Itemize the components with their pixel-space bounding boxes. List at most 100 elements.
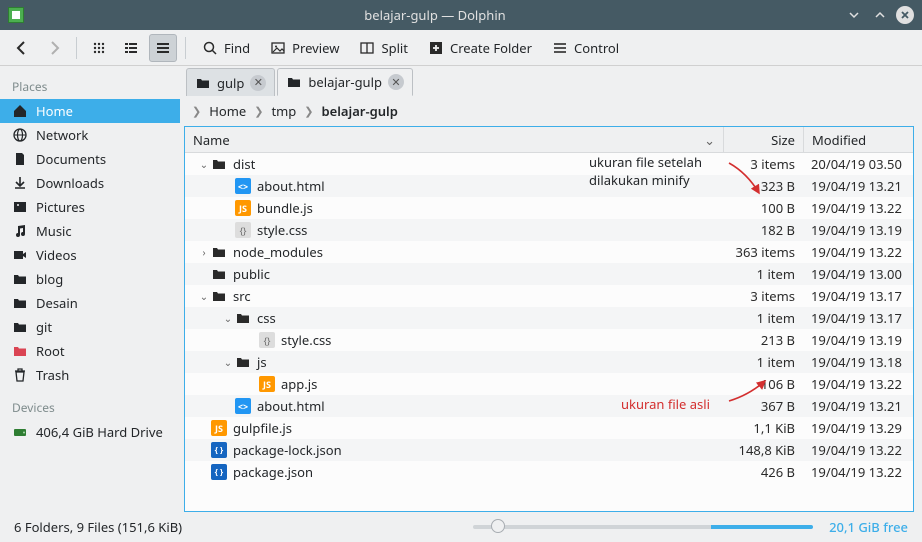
sidebar-item-downloads[interactable]: Downloads (0, 171, 180, 195)
maximize-button[interactable] (870, 5, 890, 25)
sidebar-item-desain[interactable]: Desain (0, 291, 180, 315)
column-name[interactable]: Name⌄ (185, 131, 723, 149)
sidebar-item-documents[interactable]: Documents (0, 147, 180, 171)
control-button[interactable]: Control (544, 34, 627, 62)
sidebar-item-label: Network (36, 126, 88, 144)
file-list[interactable]: ⌄dist3 items20/04/19 03.50<>about.html32… (185, 153, 913, 511)
file-name: css (257, 309, 276, 327)
column-headers: Name⌄ Size Modified (185, 127, 913, 153)
html-file-icon: <> (235, 178, 251, 194)
js-file-icon: JS (211, 420, 227, 436)
file-name: style.css (281, 331, 331, 349)
file-row[interactable]: <>about.html323 B19/04/19 13.21 (185, 175, 913, 197)
view-icons-button[interactable] (85, 34, 113, 62)
sidebar-item-blog[interactable]: blog (0, 267, 180, 291)
file-name: dist (233, 155, 255, 173)
file-modified: 19/04/19 13.19 (803, 331, 913, 349)
sidebar-item-git[interactable]: git (0, 315, 180, 339)
file-row[interactable]: JSapp.js106 B19/04/19 13.22 (185, 373, 913, 395)
file-name: bundle.js (257, 199, 313, 217)
expand-toggle[interactable]: ⌄ (197, 289, 211, 303)
column-modified[interactable]: Modified (803, 127, 913, 152)
file-row[interactable]: public1 item19/04/19 13.00 (185, 263, 913, 285)
file-row[interactable]: { }package.json426 B19/04/19 13.22 (185, 461, 913, 483)
tab-close-button[interactable]: ✕ (250, 75, 266, 91)
zoom-slider[interactable] (473, 525, 813, 529)
disk-free: 20,1 GiB free (829, 518, 908, 536)
json-file-icon: { } (211, 442, 227, 458)
file-row[interactable]: ⌄js1 item19/04/19 13.18 (185, 351, 913, 373)
view-details-button[interactable] (149, 34, 177, 62)
folder-icon (235, 310, 251, 326)
column-size[interactable]: Size (723, 127, 803, 152)
toolbar: Find Preview Split Create Folder Control (0, 30, 922, 66)
file-row[interactable]: ⌄dist3 items20/04/19 03.50 (185, 153, 913, 175)
sidebar-device[interactable]: 406,4 GiB Hard Drive (0, 420, 180, 444)
sidebar-item-home[interactable]: Home (0, 99, 180, 123)
sidebar-item-music[interactable]: Music (0, 219, 180, 243)
split-button[interactable]: Split (351, 34, 416, 62)
file-row[interactable]: ⌄src3 items19/04/19 13.17 (185, 285, 913, 307)
breadcrumb-item[interactable]: Home (209, 102, 246, 120)
find-button[interactable]: Find (194, 34, 258, 62)
file-modified: 19/04/19 13.22 (803, 375, 913, 393)
expand-toggle[interactable]: ⌄ (221, 355, 235, 369)
sidebar-item-trash[interactable]: Trash (0, 363, 180, 387)
minimize-button[interactable] (844, 5, 864, 25)
css-file-icon: {} (259, 332, 275, 348)
file-size: 323 B (723, 177, 803, 195)
plus-icon (428, 40, 444, 56)
expand-toggle[interactable]: › (197, 245, 211, 259)
folder-icon (211, 244, 227, 260)
folder-icon (12, 271, 28, 287)
sidebar-item-label: Videos (36, 246, 77, 264)
create-folder-button[interactable]: Create Folder (420, 34, 540, 62)
close-button[interactable] (896, 6, 914, 24)
sidebar-item-pictures[interactable]: Pictures (0, 195, 180, 219)
find-label: Find (224, 39, 250, 57)
js-file-icon: JS (259, 376, 275, 392)
expand-toggle[interactable]: ⌄ (197, 157, 211, 171)
file-row[interactable]: {}style.css182 B19/04/19 13.19 (185, 219, 913, 241)
view-compact-button[interactable] (117, 34, 145, 62)
file-row[interactable]: { }package-lock.json148,8 KiB19/04/19 13… (185, 439, 913, 461)
breadcrumb: ❯Home❯tmp❯belajar-gulp (180, 96, 922, 126)
file-size: 182 B (723, 221, 803, 239)
file-modified: 19/04/19 13.17 (803, 309, 913, 327)
separator (185, 37, 186, 59)
separator (76, 37, 77, 59)
file-row[interactable]: ⌄css1 item19/04/19 13.17 (185, 307, 913, 329)
file-modified: 19/04/19 13.17 (803, 287, 913, 305)
tab-close-button[interactable]: ✕ (388, 74, 404, 90)
forward-button[interactable] (40, 34, 68, 62)
sidebar-item-videos[interactable]: Videos (0, 243, 180, 267)
sidebar-item-root[interactable]: Root (0, 339, 180, 363)
breadcrumb-item[interactable]: tmp (271, 102, 296, 120)
sidebar-item-label: Root (36, 342, 65, 360)
file-row[interactable]: JSbundle.js100 B19/04/19 13.22 (185, 197, 913, 219)
sidebar-item-label: 406,4 GiB Hard Drive (36, 423, 163, 441)
file-modified: 19/04/19 13.22 (803, 199, 913, 217)
file-row[interactable]: {}style.css213 B19/04/19 13.19 (185, 329, 913, 351)
menu-icon (552, 40, 568, 56)
file-row[interactable]: ›node_modules363 items19/04/19 13.22 (185, 241, 913, 263)
file-size: 1,1 KiB (723, 419, 803, 437)
tab-gulp[interactable]: gulp✕ (186, 68, 275, 96)
back-button[interactable] (8, 34, 36, 62)
folder-icon (12, 319, 28, 335)
breadcrumb-item[interactable]: belajar-gulp (322, 102, 398, 120)
network-icon (12, 127, 28, 143)
file-size: 1 item (723, 353, 803, 371)
sidebar-item-label: Documents (36, 150, 106, 168)
file-row[interactable]: <>about.html367 B19/04/19 13.21 (185, 395, 913, 417)
expand-toggle[interactable]: ⌄ (221, 311, 235, 325)
tab-belajar-gulp[interactable]: belajar-gulp✕ (277, 68, 413, 96)
chevron-right-icon: ❯ (304, 104, 313, 119)
preview-button[interactable]: Preview (262, 34, 347, 62)
css-file-icon: {} (235, 222, 251, 238)
file-row[interactable]: JSgulpfile.js1,1 KiB19/04/19 13.29 (185, 417, 913, 439)
file-pane[interactable]: Name⌄ Size Modified ⌄dist3 items20/04/19… (184, 126, 914, 512)
file-modified: 19/04/19 13.21 (803, 177, 913, 195)
sidebar-item-network[interactable]: Network (0, 123, 180, 147)
sidebar-item-label: blog (36, 270, 63, 288)
